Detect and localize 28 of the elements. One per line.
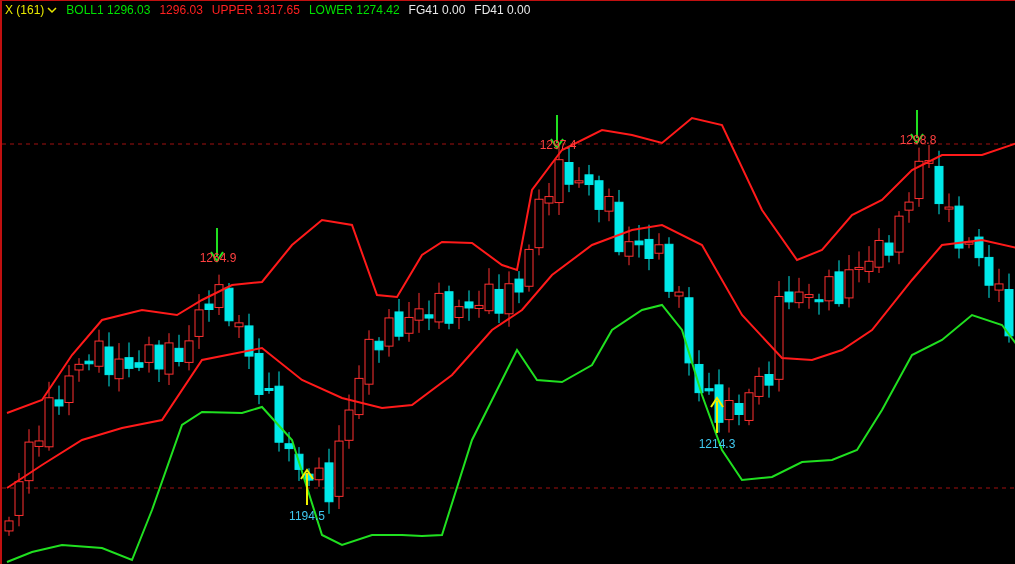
candlestick: [754, 367, 764, 406]
indicator-value: FD41 0.00: [474, 2, 531, 17]
candlestick: [104, 331, 114, 387]
candlestick: [114, 342, 124, 392]
candlestick: [404, 301, 414, 343]
indicator-value: 1296.03: [159, 2, 203, 17]
candlestick: [354, 364, 364, 420]
candlestick: [864, 245, 874, 284]
candlestick: [214, 274, 224, 316]
candlestick: [834, 259, 844, 308]
caret-icon[interactable]: [47, 5, 58, 14]
indicator-value: UPPER 1317.65: [211, 2, 300, 17]
candlestick: [634, 224, 644, 259]
candlestick: [794, 277, 804, 309]
candlestick: [414, 292, 424, 334]
candlestick: [394, 298, 404, 341]
indicator-value: LOWER 1274.42: [308, 2, 400, 17]
candlestick: [154, 339, 164, 383]
indicator-value: FG41 0.00: [408, 2, 466, 17]
indicator-value: BOLL1 1296.03: [66, 2, 151, 17]
up-arrow-icon: [710, 396, 724, 434]
candlestick: [184, 324, 194, 371]
candlestick: [464, 289, 474, 322]
indicator-value: X (161): [5, 2, 45, 17]
candlestick: [494, 273, 504, 324]
candlestick: [744, 388, 754, 426]
candlestick: [804, 283, 814, 310]
up-arrow-icon: [300, 468, 314, 506]
